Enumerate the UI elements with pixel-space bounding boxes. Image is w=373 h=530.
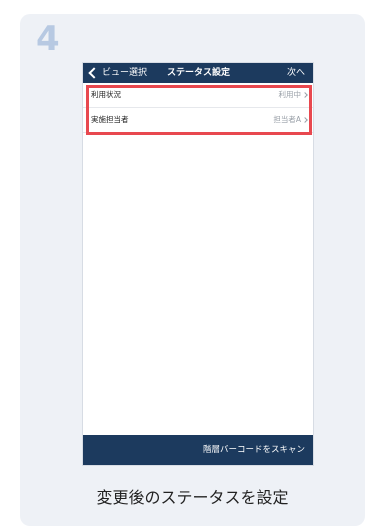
- list-item-value: 担当者A: [273, 115, 301, 124]
- list-item-value: 利用中: [278, 90, 302, 99]
- instruction-caption: 変更後のステータスを設定: [96, 488, 289, 507]
- list-item-value-wrap: 利用中: [279, 83, 308, 107]
- chevron-left-icon: [88, 67, 100, 79]
- back-button-label: ビュー選択: [102, 68, 148, 78]
- navigation-bar: ビュー選択 ステータス設定 次へ: [83, 63, 313, 83]
- back-button[interactable]: ビュー選択: [88, 63, 147, 83]
- phone-screen: ビュー選択 ステータス設定 次へ 利用状況 利用中 実施担当者 担当者A 階層バ…: [82, 62, 314, 466]
- screen-title: ステータス設定: [167, 68, 231, 78]
- list-item-label: 利用状況: [91, 90, 121, 99]
- chevron-right-icon: [302, 117, 308, 123]
- scan-barcode-button[interactable]: 階層バーコードをスキャン: [83, 435, 313, 465]
- scan-barcode-label: 階層バーコードをスキャン: [202, 445, 305, 455]
- list-item-label: 実施担当者: [91, 115, 129, 124]
- step-number: 4: [36, 19, 60, 59]
- next-button[interactable]: 次へ: [287, 63, 305, 83]
- list-item-value-wrap: 担当者A: [273, 108, 308, 132]
- chevron-right-icon: [302, 92, 308, 98]
- list-item-usage-status[interactable]: 利用状況 利用中: [83, 83, 313, 108]
- status-settings-list: 利用状況 利用中 実施担当者 担当者A: [83, 83, 313, 133]
- list-item-assignee[interactable]: 実施担当者 担当者A: [83, 108, 313, 133]
